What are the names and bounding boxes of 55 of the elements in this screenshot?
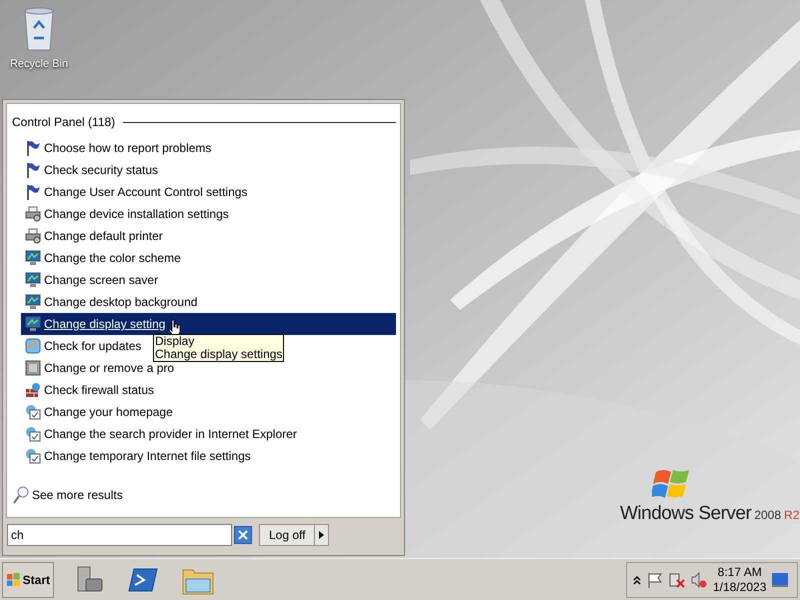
brand-name: Windows Server [620, 502, 752, 526]
printer-icon [25, 206, 41, 222]
see-more-results-link[interactable]: See more results [32, 486, 123, 504]
desktop-icon-label: Recycle Bin [10, 57, 68, 72]
volume-muted-icon[interactable] [691, 572, 707, 588]
network-disconnected-icon[interactable] [669, 572, 685, 588]
clear-search-button[interactable] [234, 526, 252, 544]
flag-icon[interactable] [647, 572, 663, 588]
result-item[interactable]: Change User Account Control settings [21, 181, 250, 203]
internet-options-icon [25, 448, 41, 464]
search-field[interactable]: ch [7, 524, 232, 546]
recycle-bin-icon[interactable] [22, 6, 56, 52]
internet-options-icon [25, 426, 41, 442]
show-desktop-icon[interactable] [772, 572, 788, 586]
clock[interactable]: 8:17 AM 1/18/2023 [713, 564, 766, 594]
firewall-icon [25, 382, 41, 398]
show-hidden-icons-icon[interactable] [633, 574, 641, 584]
start-button[interactable]: Start [2, 562, 54, 598]
result-item[interactable]: Change desktop background [21, 291, 200, 313]
clock-date: 1/18/2023 [713, 580, 766, 594]
brand-edition: R2 [784, 507, 800, 524]
log-off-button[interactable]: Log off [259, 524, 316, 546]
monitor-icon [25, 272, 41, 288]
windows-flag-icon [6, 572, 21, 587]
monitor-icon [25, 250, 41, 266]
search-icon [13, 486, 29, 504]
flag-icon [25, 184, 41, 200]
shutdown-options-button[interactable] [315, 524, 330, 546]
program-icon [25, 360, 41, 376]
result-item[interactable]: Change the search provider in Internet Explorer [21, 423, 299, 445]
result-item[interactable]: Change the color scheme [21, 247, 183, 269]
monitor-icon [25, 294, 41, 310]
close-icon [238, 530, 248, 540]
arrow-right-icon [319, 531, 324, 539]
result-item[interactable]: Change screen saver [21, 269, 160, 291]
result-item[interactable]: Check firewall status [21, 379, 156, 401]
result-item[interactable]: Change temporary Internet file settings [21, 445, 253, 467]
result-item[interactable]: Change device installation settings [21, 203, 231, 225]
result-item[interactable]: Check security status [21, 159, 160, 181]
result-item[interactable]: Change display setting [21, 313, 396, 335]
tooltip-text: Display [155, 335, 196, 348]
group-heading: Control Panel (118) [12, 114, 116, 131]
flag-icon [25, 140, 41, 156]
result-item[interactable]: Change default printer [21, 225, 165, 247]
monitor-icon [25, 316, 41, 332]
update-icon [25, 338, 41, 354]
result-item[interactable]: Choose how to report problems [21, 137, 214, 159]
internet-options-icon [25, 404, 41, 420]
clock-time: 8:17 AM [718, 564, 762, 580]
result-item[interactable]: Change your homepage [21, 401, 175, 423]
brand-version: 2008 [754, 507, 782, 524]
printer-icon [25, 228, 41, 244]
powershell-icon[interactable] [128, 566, 158, 592]
result-item[interactable]: Check for updates [21, 335, 144, 357]
flag-icon [25, 162, 41, 178]
